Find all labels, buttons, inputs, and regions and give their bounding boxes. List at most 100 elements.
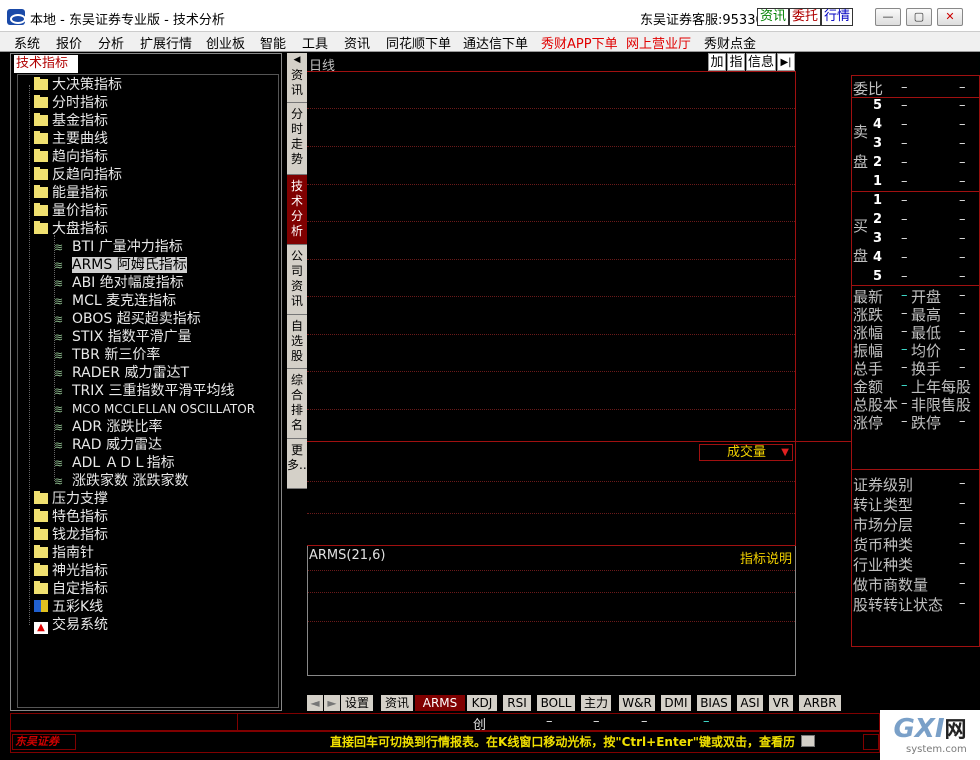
indicator-icon: ≋ (54, 241, 64, 254)
menu-ext-quote[interactable]: 扩展行情 (140, 33, 192, 52)
watermark-domain: system.com (906, 744, 967, 755)
menu-analysis[interactable]: 分析 (98, 33, 124, 52)
folder-item[interactable]: 基金指标 (34, 112, 108, 130)
menu-dianjin[interactable]: 秀财点金 (704, 33, 756, 52)
menu-tdx-order[interactable]: 通达信下单 (463, 33, 528, 52)
vertical-tabs: ◀ 资讯 分时走势 技术分析 公司资讯 自选股 综合排名 更多... (287, 53, 310, 713)
tab-asi[interactable]: ASI (737, 695, 763, 711)
indicator-item[interactable]: ≋ RADER 威力雷达T (54, 364, 189, 382)
sell-price: – (901, 155, 908, 170)
tab-bias[interactable]: BIAS (697, 695, 731, 711)
menu-news[interactable]: 资讯 (344, 33, 370, 52)
buy-vol: – (959, 231, 966, 246)
folder-item[interactable]: 自定指标 (34, 580, 108, 598)
collapse-right-icon[interactable]: ▶| (777, 53, 795, 71)
menu-ths-order[interactable]: 同花顺下单 (386, 33, 451, 52)
tab-main-force[interactable]: 主力 (581, 695, 611, 711)
vtab-watchlist[interactable]: 自选股 (287, 315, 307, 369)
message-icon[interactable] (801, 735, 815, 747)
indicator-help-link[interactable]: 指标说明 (740, 548, 792, 567)
tab-kdj[interactable]: KDJ (467, 695, 497, 711)
trade-system-item[interactable]: ▲ 交易系统 (34, 616, 108, 634)
info-value: – (959, 596, 966, 611)
vtab-tech-analysis[interactable]: 技术分析 (287, 175, 307, 245)
indicator-icon: ≋ (54, 259, 64, 272)
indicator-item[interactable]: ≋ TBR 新三价率 (54, 346, 160, 364)
vtab-timeshare[interactable]: 分时走势 (287, 103, 307, 175)
folder-item[interactable]: 能量指标 (34, 184, 108, 202)
menu-tools[interactable]: 工具 (302, 33, 328, 52)
indicator-item[interactable]: ≋ ADL ＡＤＬ指标 (54, 454, 175, 472)
tab-news[interactable]: 资讯 (381, 695, 413, 711)
folder-item[interactable]: 反趋向指标 (34, 166, 122, 184)
buy-level: 1 (873, 193, 883, 208)
indicator-item[interactable]: ≋ OBOS 超买超卖指标 (54, 310, 201, 328)
folder-item[interactable]: 指南针 (34, 544, 94, 562)
vtab-more[interactable]: 更多... (287, 439, 310, 489)
indicator-item[interactable]: ≋ BTI 广量冲力指标 (54, 238, 183, 256)
folder-item[interactable]: 趋向指标 (34, 148, 108, 166)
folder-item[interactable]: 大决策指标 (34, 76, 122, 94)
folder-item[interactable]: 神光指标 (34, 562, 108, 580)
menu-smart[interactable]: 智能 (260, 33, 286, 52)
vtab-ranking[interactable]: 综合排名 (287, 369, 307, 439)
vtab-news[interactable]: ◀ 资讯 (287, 53, 307, 103)
tab-arms[interactable]: ARMS (415, 695, 465, 711)
indicator-item[interactable]: ≋ TRIX 三重指数平滑平均线 (54, 382, 234, 400)
maximize-button[interactable]: ▢ (906, 8, 932, 26)
minimize-button[interactable]: — (875, 8, 901, 26)
menu-quote[interactable]: 报价 (56, 33, 82, 52)
folder-item[interactable]: 量价指标 (34, 202, 108, 220)
app-logo-icon (7, 9, 26, 25)
indicator-item[interactable]: ≋ STIX 指数平滑广量 (54, 328, 192, 346)
quote-button[interactable]: 行情 (821, 8, 854, 26)
indicator-item[interactable]: ≋ ABI 绝对幅度指标 (54, 274, 184, 292)
menu-app-order[interactable]: 秀财APP下单 (541, 33, 618, 52)
menu-online-hall[interactable]: 网上营业厅 (626, 33, 691, 52)
indicator-button[interactable]: 指 (727, 53, 745, 71)
info-label: 做市商数量 (853, 576, 929, 594)
tab-boll[interactable]: BOLL (537, 695, 575, 711)
tab-dmi[interactable]: DMI (661, 695, 691, 711)
info-value: – (959, 536, 966, 551)
indicator-item[interactable]: ≋ MCL 麦克连指标 (54, 292, 176, 310)
menu-system[interactable]: 系统 (14, 33, 40, 52)
buy-vol: – (959, 250, 966, 265)
tab-vr[interactable]: VR (769, 695, 793, 711)
folder-icon (34, 95, 48, 108)
vtab-company-news[interactable]: 公司资讯 (287, 245, 307, 315)
folder-item[interactable]: 压力支撑 (34, 490, 108, 508)
volume-select[interactable]: 成交量 ▼ (699, 444, 793, 461)
folder-item[interactable]: 特色指标 (34, 508, 108, 526)
indicator-item[interactable]: ≋ RAD 威力雷达 (54, 436, 162, 454)
tab-settings[interactable]: 设置 (341, 695, 373, 711)
stat-value: – (959, 324, 966, 339)
tab-tech-indicators[interactable]: 技术指标 (14, 55, 78, 73)
folder-item-open[interactable]: 大盘指标 (34, 220, 108, 238)
indicator-item-selected[interactable]: ≋ ARMS 阿姆氏指标 (54, 256, 187, 274)
tab-rsi[interactable]: RSI (503, 695, 531, 711)
tab-wr[interactable]: W&R (619, 695, 655, 711)
ticker-text: 直接回车可切换到行情报表。在K线窗口移动光标，按"Ctrl+Enter"键或双击… (330, 735, 795, 749)
close-button[interactable]: ✕ (937, 8, 963, 26)
chart-area[interactable]: 日线 加 指 信息 ▶| 成交量 ▼ ARMS(21,6) 指标说明 (307, 53, 851, 713)
scroll-right-icon[interactable]: ► (324, 695, 340, 711)
add-button[interactable]: 加 (708, 53, 726, 71)
gridline (307, 108, 795, 109)
indicator-item[interactable]: ≋ 涨跌家数 涨跌家数 (54, 472, 188, 490)
folder-item[interactable]: 钱龙指标 (34, 526, 108, 544)
tab-arbr[interactable]: ARBR (799, 695, 841, 711)
sell-vol: – (959, 155, 966, 170)
folder-item[interactable]: 分时指标 (34, 94, 108, 112)
scroll-left-icon[interactable]: ◄ (307, 695, 323, 711)
indicator-pane[interactable]: ARMS(21,6) 指标说明 (307, 546, 796, 676)
indicator-item[interactable]: ≋ MCO MCCLELLAN OSCILLATOR (54, 400, 255, 418)
indicator-item[interactable]: ≋ ADR 涨跌比率 (54, 418, 163, 436)
stat-label: 跌停 (911, 414, 942, 432)
order-button[interactable]: 委托 (789, 8, 822, 26)
info-button[interactable]: 信息 (746, 53, 776, 71)
menu-gem[interactable]: 创业板 (206, 33, 245, 52)
folder-item[interactable]: 主要曲线 (34, 130, 108, 148)
colored-kline-item[interactable]: 五彩K线 (34, 598, 103, 616)
news-button[interactable]: 资讯 (757, 8, 790, 26)
